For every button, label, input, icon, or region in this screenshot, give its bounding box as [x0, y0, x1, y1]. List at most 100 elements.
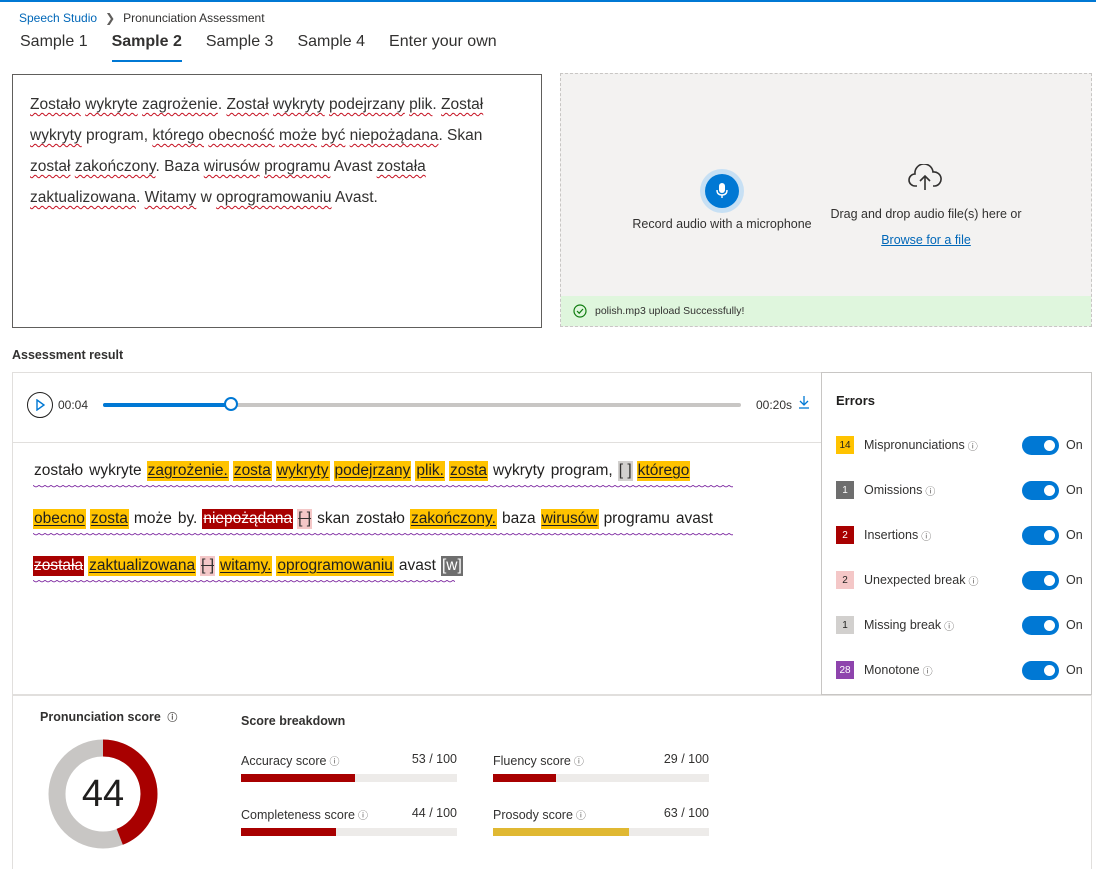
misspelled-word: zaktualizowana: [30, 189, 136, 206]
info-icon[interactable]: ⓘ: [167, 713, 177, 724]
error-toggle[interactable]: [1022, 570, 1059, 590]
missing-break[interactable]: [ ]: [617, 461, 633, 481]
seek-thumb[interactable]: [223, 397, 238, 411]
word: skan: [317, 509, 350, 527]
reference-text-segment: . Skan: [438, 127, 483, 144]
toggle-state-label: On: [1066, 528, 1083, 542]
metric-bar: [493, 774, 709, 782]
unexpected-break[interactable]: [ ]: [200, 556, 216, 576]
info-icon[interactable]: ⓘ: [574, 757, 584, 768]
assessed-text: zostało wykryte zagrożenie. zosta wykryty pod…: [33, 461, 773, 604]
tab-sample-1[interactable]: Sample 1: [20, 33, 88, 61]
toggle-state-label: On: [1066, 663, 1083, 677]
inserted-word[interactable]: niepożądana: [202, 508, 294, 529]
microphone-icon: [705, 174, 739, 208]
seek-slider[interactable]: [103, 397, 741, 411]
breadcrumb-speech-studio[interactable]: Speech Studio: [19, 11, 97, 25]
mispronounced-word[interactable]: obecno: [33, 508, 86, 529]
breadcrumb: Speech Studio ❯ Pronunciation Assessment: [19, 11, 265, 25]
misspelled-word: programu: [264, 158, 331, 175]
word: avast: [675, 509, 713, 527]
result-line: obecno zosta może by. niepożądana[ ] skan zost…: [33, 508, 773, 557]
errors-panel: Errors 14 Mispronunciations ⓘ On 1 Omissions ⓘ…: [821, 372, 1092, 695]
error-toggle[interactable]: [1022, 660, 1059, 680]
word: avast: [398, 557, 436, 574]
info-icon[interactable]: ⓘ: [968, 438, 978, 453]
inserted-word[interactable]: została: [33, 556, 85, 576]
info-icon[interactable]: ⓘ: [944, 618, 954, 633]
browse-file-link[interactable]: Browse for a file: [823, 233, 1029, 247]
omitted-word[interactable]: [w]: [440, 556, 463, 576]
metric-label: Accuracy score: [241, 754, 327, 768]
mispronounced-word[interactable]: podejrzany: [333, 461, 412, 481]
error-toggle[interactable]: [1022, 615, 1059, 635]
assessment-result-panel: 00:04 00:20s zostało wykryte zagrożenie. zo…: [12, 372, 822, 695]
error-toggle[interactable]: [1022, 480, 1059, 500]
word: wykryte: [89, 462, 142, 479]
metric-label: Prosody score: [493, 808, 573, 822]
audio-upload-panel: Record audio with a microphone Drag and …: [560, 73, 1092, 327]
metric-completeness-score: Completeness score ⓘ 44 / 100: [241, 806, 457, 836]
metric-value: 44 / 100: [411, 806, 457, 820]
metric-value: 29 / 100: [663, 752, 709, 766]
mispronounced-word[interactable]: wykryty: [275, 461, 330, 481]
reference-text-area[interactable]: Zostało wykryte zagrożenie. Został wykry…: [12, 74, 542, 328]
current-time: 00:04: [58, 398, 89, 412]
metric-label: Fluency score: [493, 754, 571, 768]
misspelled-word: niepożądana: [349, 127, 439, 144]
info-icon[interactable]: ⓘ: [968, 573, 978, 588]
metric-fluency-score: Fluency score ⓘ 29 / 100: [493, 752, 709, 782]
toggle-state-label: On: [1066, 483, 1083, 497]
mispronounced-word[interactable]: zaktualizowana: [88, 556, 197, 576]
result-line: zostało wykryte zagrożenie. zosta wykryty pod…: [33, 461, 773, 509]
error-row-unexpected-break: 2 Unexpected break ⓘ On: [836, 570, 1086, 590]
misspelled-word: wirusów: [203, 158, 260, 175]
tab-sample-4[interactable]: Sample 4: [297, 33, 365, 61]
top-accent-bar: [0, 0, 1096, 2]
mispronounced-word[interactable]: oprogramowaniu: [276, 556, 394, 576]
reference-text-segment: program,: [81, 127, 153, 144]
info-icon[interactable]: ⓘ: [925, 483, 935, 498]
mispronounced-word[interactable]: witamy.: [219, 556, 273, 576]
mispronounced-word[interactable]: którego: [636, 461, 691, 481]
info-icon[interactable]: ⓘ: [358, 811, 368, 822]
reference-text-segment: .: [135, 189, 145, 206]
misspelled-word: została: [376, 158, 426, 175]
error-label: Mispronunciations: [864, 438, 965, 452]
word: wykryty: [493, 462, 545, 479]
mispronounced-word[interactable]: zosta: [89, 508, 129, 529]
mispronounced-word[interactable]: zosta: [232, 461, 272, 481]
info-icon[interactable]: ⓘ: [329, 757, 339, 768]
error-toggle[interactable]: [1022, 435, 1059, 455]
mispronounced-word[interactable]: zakończony.: [409, 508, 497, 529]
mispronounced-word[interactable]: zosta: [448, 461, 489, 481]
record-microphone-button[interactable]: [700, 169, 744, 213]
mispronounced-word[interactable]: wirusów: [540, 508, 599, 529]
misspelled-word: Został: [226, 96, 269, 113]
toggle-state-label: On: [1066, 438, 1083, 452]
misspelled-word: zakończony: [74, 158, 156, 175]
misspelled-word: został: [30, 158, 71, 175]
mispronounced-word[interactable]: plik.: [415, 461, 445, 481]
unexpected-break[interactable]: [ ]: [297, 508, 313, 529]
mispronounced-word[interactable]: zagrożenie.: [146, 461, 229, 481]
word: programu: [603, 509, 670, 527]
download-icon[interactable]: [798, 395, 810, 412]
info-icon[interactable]: ⓘ: [576, 811, 586, 822]
play-button[interactable]: [27, 392, 53, 418]
metric-bar-fill: [241, 828, 337, 836]
info-icon[interactable]: ⓘ: [921, 528, 931, 543]
metric-accuracy-score: Accuracy score ⓘ 53 / 100: [241, 752, 457, 782]
error-toggle[interactable]: [1022, 525, 1059, 545]
metric-bar: [493, 828, 709, 836]
reference-text-segment: Avast.: [331, 189, 378, 206]
reference-line: Zostało wykryte zagrożenie. Został wykry…: [30, 89, 524, 120]
info-icon[interactable]: ⓘ: [923, 663, 933, 678]
misspelled-word: wykryty: [30, 127, 82, 144]
misspelled-word: plik: [409, 96, 433, 113]
tab-sample-3[interactable]: Sample 3: [206, 33, 274, 61]
tab-sample-2[interactable]: Sample 2: [111, 33, 183, 62]
tab-enter-your-own[interactable]: Enter your own: [389, 33, 497, 61]
duration: 00:20s: [756, 398, 793, 412]
misspelled-word: Witamy: [144, 189, 197, 206]
